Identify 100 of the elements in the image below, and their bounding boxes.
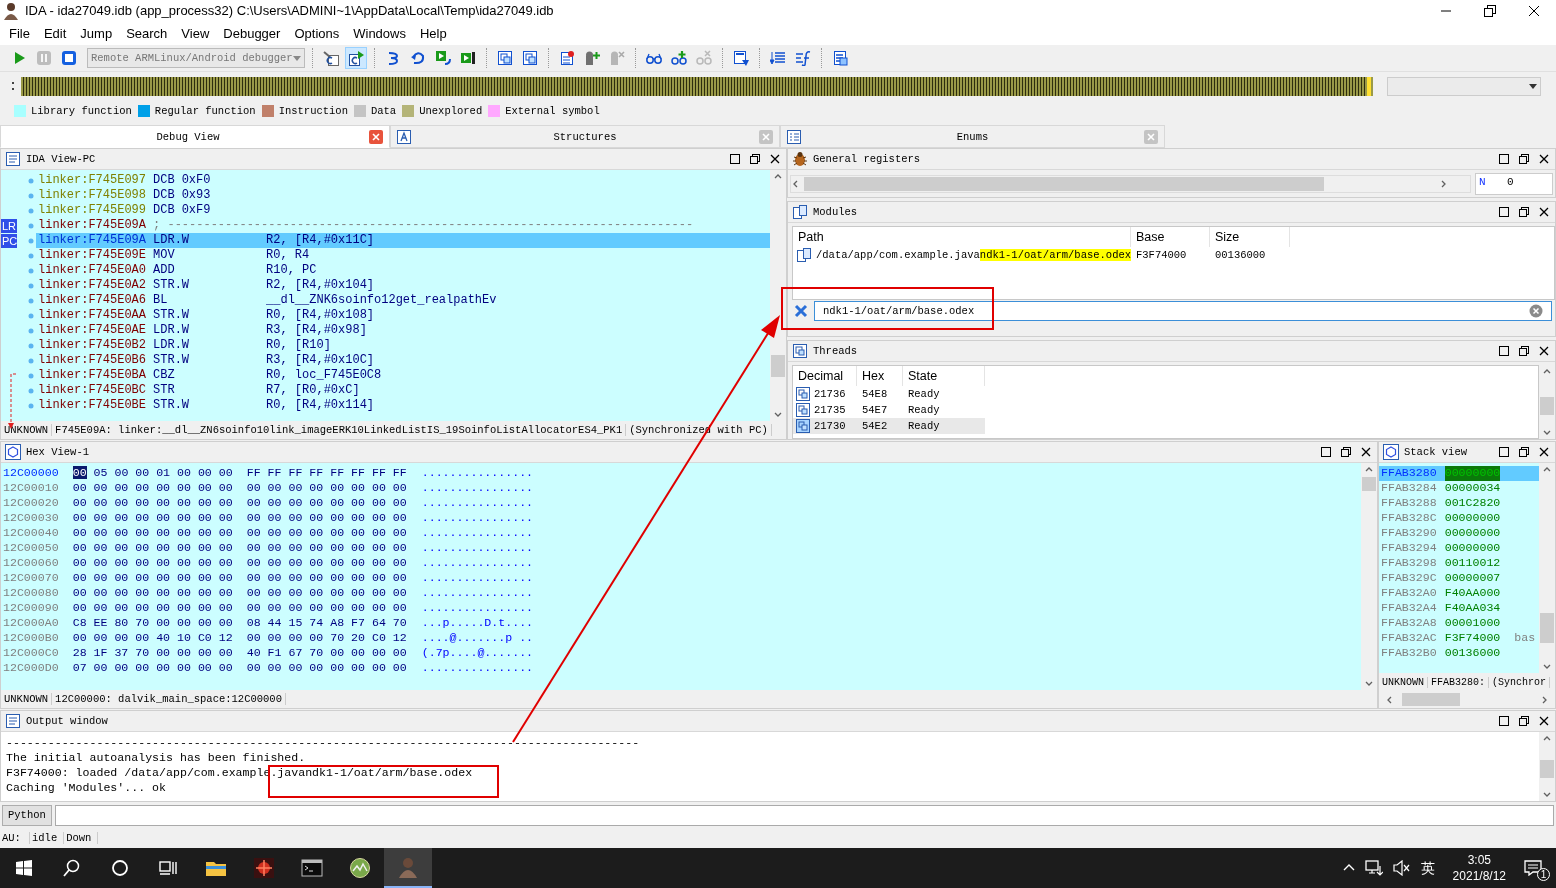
tab[interactable]: Enums xyxy=(780,125,1165,148)
hex-row[interactable]: 12C00080 00 00 00 00 00 00 00 00 00 00 00 00 00 00 00 00 ................ xyxy=(1,586,1361,601)
stack-row[interactable]: FFAB3294 00000000 xyxy=(1379,541,1539,556)
menu-item[interactable]: Options xyxy=(287,23,347,44)
stack-row[interactable]: FFAB328C 00000000 xyxy=(1379,511,1539,526)
stack-row[interactable]: FFAB32A0 F40AA000 xyxy=(1379,586,1539,601)
stack-row[interactable]: FFAB3280 00000000 xyxy=(1379,466,1539,481)
hex-row[interactable]: 12C00040 00 00 00 00 00 00 00 00 00 00 00 00 00 00 00 00 ................ xyxy=(1,526,1361,541)
thread-row[interactable]: 21735 54E7 Ready xyxy=(793,402,985,418)
thread-row[interactable]: 21730 54E2 Ready xyxy=(793,418,985,434)
output-line: The initial autoanalysis has been finished. xyxy=(6,750,307,765)
menu-item[interactable]: File xyxy=(2,23,37,44)
code-line[interactable]: linker:F745E0BC STR R7, [R0,#0xC] xyxy=(36,383,360,398)
output-line: Caching 'Modules'... ok xyxy=(6,780,168,795)
execution-marker: PC xyxy=(1,233,17,248)
table-cell: 00136000 xyxy=(1215,249,1266,261)
panel-title: Modules xyxy=(813,206,859,218)
code-line[interactable]: linker:F745E098 DCB 0x93 xyxy=(36,188,211,203)
output-line: ------------------------------------------------------------------------------------------- xyxy=(6,735,641,750)
legend-label: Instruction xyxy=(278,105,348,117)
flag-name: N xyxy=(1479,174,1487,190)
flag-value: 0 xyxy=(1507,174,1514,190)
hex-row[interactable]: 12C000B0 00 00 00 00 40 10 C0 12 00 00 00 00 70 20 C0 12 ....@.......p .. xyxy=(1,631,1361,646)
code-line[interactable]: linker:F745E0A6 BL __dl__ZNK6soinfo12get_realpathEv xyxy=(36,293,497,308)
menu-item[interactable]: Help xyxy=(413,23,454,44)
panel-title: Stack view xyxy=(1404,446,1468,458)
column-header[interactable]: State xyxy=(903,366,985,386)
table-cell: F3F74000 xyxy=(1136,249,1187,261)
status-direction: Down xyxy=(64,832,99,844)
hex-row[interactable]: 12C00070 00 00 00 00 00 00 00 00 00 00 00 00 00 00 00 00 ................ xyxy=(1,571,1361,586)
panel-title: IDA View-PC xyxy=(26,153,97,165)
hex-row[interactable]: 12C00000 00 05 00 00 01 00 00 00 FF FF FF FF FF FF FF FF ................ xyxy=(1,466,1361,481)
code-line[interactable]: linker:F745E0B2 LDR.W R0, [R10] xyxy=(36,338,331,353)
hex-row[interactable]: 12C00050 00 00 00 00 00 00 00 00 00 00 00 00 00 00 00 00 ................ xyxy=(1,541,1361,556)
status-text: FFAB3280: xyxy=(1428,676,1490,688)
status-text: UNKNOWN xyxy=(1,424,53,436)
code-line[interactable]: linker:F745E0BE STR.W R0, [R4,#0x114] xyxy=(36,398,375,413)
menu-item[interactable]: Windows xyxy=(346,23,413,44)
menu-item[interactable]: Edit xyxy=(36,23,74,44)
code-line[interactable]: linker:F745E09E MOV R0, R4 xyxy=(36,248,310,263)
stack-row[interactable]: FFAB3284 00000034 xyxy=(1379,481,1539,496)
hex-row[interactable]: 12C00030 00 00 00 00 00 00 00 00 00 00 00 00 00 00 00 00 ................ xyxy=(1,511,1361,526)
legend-label: Unexplored xyxy=(419,105,483,117)
panel-title: Threads xyxy=(813,345,859,357)
status-text: 12C00000: dalvik_main_space:12C00000 xyxy=(52,693,286,705)
column-header[interactable]: Path xyxy=(793,227,1131,247)
status-text: UNKNOWN xyxy=(1,693,53,705)
column-header[interactable]: Size xyxy=(1210,227,1290,247)
hex-row[interactable]: 12C00020 00 00 00 00 00 00 00 00 00 00 00 00 00 00 00 00 ................ xyxy=(1,496,1361,511)
code-line[interactable]: linker:F745E099 DCB 0xF9 xyxy=(36,203,211,218)
menu-item[interactable]: Jump xyxy=(73,23,120,44)
python-button[interactable]: Python xyxy=(2,804,52,826)
hex-row[interactable]: 12C00090 00 00 00 00 00 00 00 00 00 00 00 00 00 00 00 00 ................ xyxy=(1,601,1361,616)
column-header[interactable]: Decimal xyxy=(793,366,857,386)
menu-item[interactable]: Debugger xyxy=(216,23,288,44)
filter-field[interactable]: ndk1-1/oat/arm/base.odex xyxy=(814,301,1552,321)
input-method[interactable]: 英 xyxy=(1420,857,1435,879)
stack-row[interactable]: FFAB3298 00110012 xyxy=(1379,556,1539,571)
legend-label: Regular function xyxy=(154,105,256,117)
stack-row[interactable]: FFAB3290 00000000 xyxy=(1379,526,1539,541)
code-line[interactable]: linker:F745E0B6 STR.W R3, [R4,#0x10C] xyxy=(36,353,375,368)
status-state: idle xyxy=(30,832,65,844)
panel-title: Hex View-1 xyxy=(26,446,90,458)
legend-label: Data xyxy=(370,105,397,117)
hex-row[interactable]: 12C00060 00 00 00 00 00 00 00 00 00 00 00 00 00 00 00 00 ................ xyxy=(1,556,1361,571)
tab[interactable]: Debug View xyxy=(0,125,390,148)
column-header[interactable]: Base xyxy=(1131,227,1210,247)
hex-row[interactable]: 12C000A0 C8 EE 80 70 00 00 00 00 08 44 15 74 A8 F7 64 70 ...p.....D.t.... xyxy=(1,616,1361,631)
panel-title: Output window xyxy=(26,715,109,727)
execution-marker: LR xyxy=(1,218,17,233)
clock[interactable]: 3:05 2021/8/12 xyxy=(1444,852,1514,884)
code-line[interactable]: linker:F745E0AE LDR.W R3, [R4,#0x98] xyxy=(36,323,367,338)
stack-row[interactable]: FFAB32B0 00136000 xyxy=(1379,646,1539,661)
code-line[interactable]: linker:F745E097 DCB 0xF0 xyxy=(36,173,211,188)
code-line[interactable]: linker:F745E0A0 ADD R10, PC xyxy=(36,263,317,278)
legend-label: Library function xyxy=(31,105,132,117)
menu-item[interactable]: View xyxy=(174,23,217,44)
hex-row[interactable]: 12C00010 00 00 00 00 00 00 00 00 00 00 00 00 00 00 00 00 ................ xyxy=(1,481,1361,496)
menu-item[interactable]: Search xyxy=(119,23,175,44)
hex-row[interactable]: 12C000D0 07 00 00 00 00 00 00 00 00 00 00 00 00 00 00 00 ................ xyxy=(1,661,1361,676)
window-title: IDA - ida27049.idb (app_process32) C:\Users\ADMINI~1\AppData\Local\Temp\ida27049.idb xyxy=(25,2,555,21)
status-text: F745E09A: linker:__dl__ZN6soinfo10link_imageERK10LinkedListIS_19SoinfoListAllocatorES4_PK1 xyxy=(52,424,627,436)
code-line[interactable]: linker:F745E0BA CBZ R0, loc_F745E0C8 xyxy=(36,368,382,383)
thread-row[interactable]: 21736 54E8 Ready xyxy=(793,386,985,402)
code-line[interactable]: linker:F745E0AA STR.W R0, [R4,#0x108] xyxy=(36,308,375,323)
stack-row[interactable]: FFAB32A4 F40AA034 xyxy=(1379,601,1539,616)
tab[interactable]: Structures xyxy=(390,125,780,148)
stack-row[interactable]: FFAB3288 001C2820 xyxy=(1379,496,1539,511)
stack-row[interactable]: FFAB32A8 00001000 xyxy=(1379,616,1539,631)
code-line[interactable]: linker:F745E0A2 STR.W R2, [R4,#0x104] xyxy=(36,278,375,293)
hex-row[interactable]: 12C000C0 28 1F 37 70 00 00 00 00 40 F1 67 70 00 00 00 00 (.7p....@....... xyxy=(1,646,1361,661)
legend-label: External symbol xyxy=(505,105,600,117)
code-line[interactable]: linker:F745E09A ; ------------------------------------------------------------------------- xyxy=(36,218,694,233)
status-text: (Synchror xyxy=(1489,676,1551,688)
debugger-dropdown[interactable]: Remote ARMLinux/Android debugger xyxy=(87,48,305,68)
stack-row[interactable]: FFAB329C 00000007 xyxy=(1379,571,1539,586)
panel-title: General registers xyxy=(813,153,922,165)
column-header[interactable]: Hex xyxy=(857,366,903,386)
status-text: UNKNOWN xyxy=(1379,676,1428,688)
stack-row[interactable]: FFAB32AC F3F74000 bas xyxy=(1379,631,1539,646)
